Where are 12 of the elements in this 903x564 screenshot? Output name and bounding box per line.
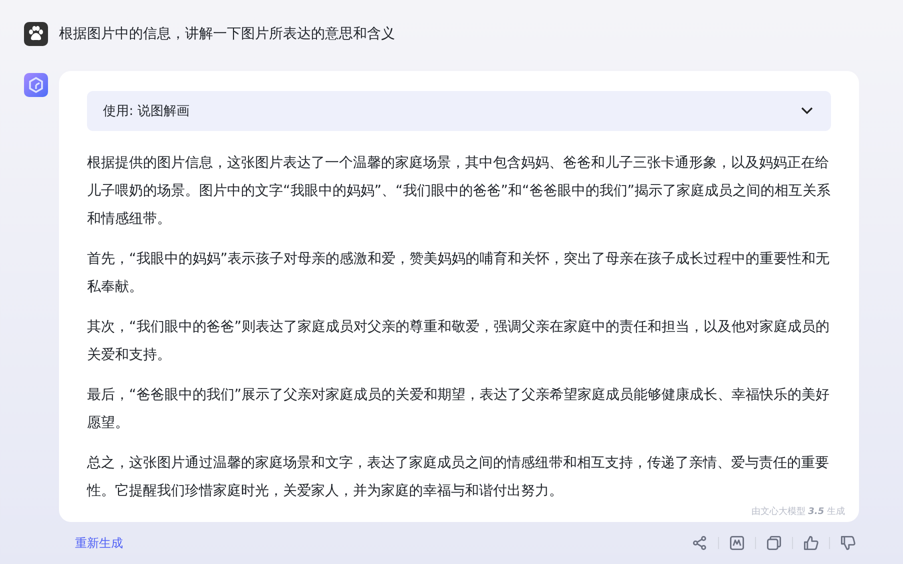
cube-avatar-icon: [24, 73, 48, 97]
regenerate-link[interactable]: 重新生成: [75, 534, 123, 552]
answer-paragraph: 其次，“我们眼中的爸爸”则表达了家庭成员对父亲的尊重和敬爱，强调父亲在家庭中的责任和担当，以及他对家庭成员的关爱和支持。: [87, 318, 831, 365]
paw-avatar-icon: [24, 22, 48, 46]
answer-paragraph: 总之，这张图片通过温馨的家庭场景和文字，表达了家庭成员之间的情感纽带和相互支持，传递了亲情、爱与责任的重要性。它提醒我们珍惜家庭时光，关爱家人，并为家庭的幸福与和谐付出努力。: [87, 454, 830, 501]
question-text: 根据图片中的信息，讲解一下图片所表达的意思和含义: [59, 25, 395, 43]
answer-paragraph: 根据提供的图片信息，这张图片表达了一个温馨的家庭场景，其中包含妈妈、爸爸和儿子三张卡通形象，以及妈妈正在给儿子喂奶的场景。图片中的文字“我眼中的妈妈”、“我们眼中的爸爸”和“爸爸眼中的我们”揭示了家庭成员之间的相互关系和情感纽带。: [87, 154, 831, 229]
chevron-icon: [801, 107, 813, 115]
answer-paragraph: 首先，“我眼中的妈妈”表示孩子对母亲的感激和爱，赞美妈妈的哺育和关怀，突出了母亲在孩子成长过程中的重要性和无私奉献。: [87, 250, 831, 297]
tool-dropdown[interactable]: 使用: 说图解画: [87, 91, 831, 131]
model-credit: 由文心大模型 3.5 生成: [751, 506, 845, 518]
answer-paragraph: 最后，“爸爸眼中的我们”展示了父亲对家庭成员的关爱和期望，表达了父亲希望家庭成员能够健康成长、幸福快乐的美好愿望。: [87, 386, 831, 433]
